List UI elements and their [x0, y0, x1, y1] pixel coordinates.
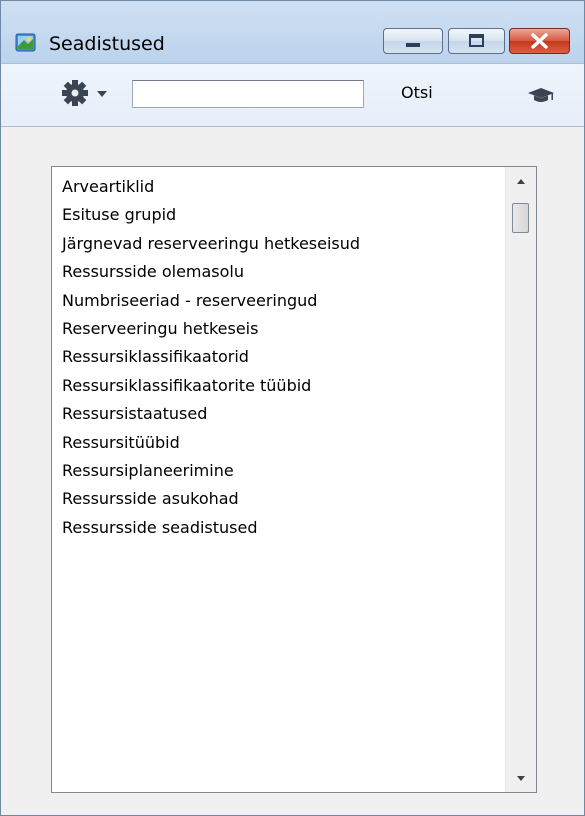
search-input[interactable] [132, 80, 364, 108]
settings-list-items: Arveartiklid Esituse grupid Järgnevad re… [52, 167, 512, 542]
list-item[interactable]: Ressursside olemasolu [62, 258, 512, 286]
list-item[interactable]: Numbriseeriad - reserveeringud [62, 287, 512, 315]
maximize-button[interactable] [448, 28, 505, 54]
settings-list[interactable]: Arveartiklid Esituse grupid Järgnevad re… [51, 166, 537, 793]
list-item[interactable]: Reserveeringu hetkeseis [62, 315, 512, 343]
graduation-cap-icon[interactable] [526, 84, 556, 106]
gear-icon [62, 80, 88, 106]
list-item[interactable]: Arveartiklid [62, 173, 512, 201]
settings-menu-button[interactable] [61, 79, 121, 107]
close-icon [531, 33, 548, 49]
list-item[interactable]: Ressursside asukohad [62, 485, 512, 513]
scrollbar-thumb[interactable] [512, 203, 529, 233]
list-item[interactable]: Ressursistaatused [62, 400, 512, 428]
settings-window: Seadistused Otsi Arveartiklid Esituse gr… [0, 0, 585, 816]
list-item[interactable]: Ressursiplaneerimine [62, 457, 512, 485]
list-item[interactable]: Ressursside seadistused [62, 514, 512, 542]
app-icon [15, 33, 36, 52]
vertical-scrollbar[interactable] [505, 167, 536, 792]
list-item[interactable]: Ressursiklassifikaatorite tüübid [62, 372, 512, 400]
list-item[interactable]: Ressursiklassifikaatorid [62, 343, 512, 371]
minimize-button[interactable] [383, 28, 443, 54]
scroll-down-button[interactable] [506, 764, 536, 792]
title-bar[interactable]: Seadistused [1, 1, 584, 63]
list-item[interactable]: Esituse grupid [62, 201, 512, 229]
maximize-icon [469, 34, 484, 47]
list-item[interactable]: Järgnevad reserveeringu hetkeseisud [62, 230, 512, 258]
window-title: Seadistused [49, 33, 165, 55]
minimize-icon [406, 43, 420, 47]
list-item[interactable]: Ressursitüübid [62, 429, 512, 457]
scroll-up-arrow-icon [517, 179, 525, 184]
chevron-down-icon [97, 91, 107, 97]
close-button[interactable] [509, 28, 570, 54]
search-button[interactable]: Otsi [401, 82, 433, 104]
scroll-up-button[interactable] [506, 167, 536, 195]
scroll-down-arrow-icon [517, 776, 525, 781]
